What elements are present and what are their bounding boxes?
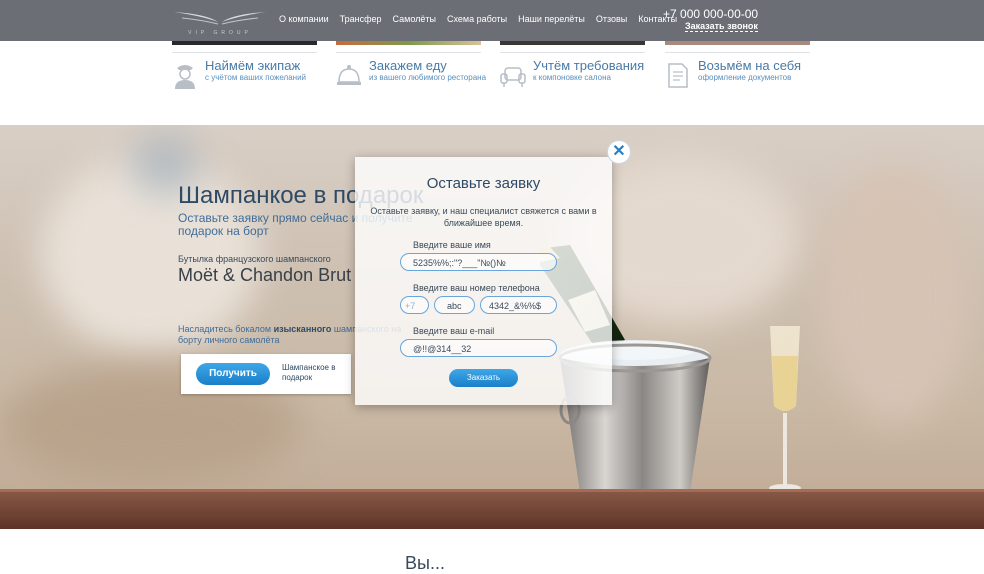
pilot-icon (172, 60, 198, 90)
email-input[interactable]: @!!@314__32 (400, 339, 557, 357)
submit-button[interactable]: Заказать (449, 369, 518, 387)
food-cloche-icon (336, 60, 362, 90)
phone-code-input[interactable]: +7 (400, 296, 429, 314)
modal-description: Оставьте заявку, и наш специалист свяжет… (370, 206, 597, 228)
feature-title: Наймём экипаж (205, 58, 301, 73)
close-icon[interactable]: ✕ (607, 140, 631, 164)
get-gift-label: Шампанское в подарок (282, 363, 336, 382)
bottle-label: Бутылка французского шампанского (178, 254, 331, 264)
phone-label: Введите ваш номер телефона (413, 283, 540, 293)
site-header: VIP GROUP О компании Трансфер Самолёты С… (0, 0, 984, 41)
armchair-icon (500, 60, 526, 90)
nav-transfer[interactable]: Трансфер (340, 14, 382, 24)
stewardess-blur (820, 165, 970, 425)
wooden-table (0, 489, 984, 529)
nav-scheme[interactable]: Схема работы (447, 14, 507, 24)
feature-title: Учтём требования (533, 58, 645, 73)
feature-cabin: Учтём требования к компоновке салона (500, 50, 650, 100)
nav-aircraft[interactable]: Самолёты (393, 14, 436, 24)
feature-desc: к компоновке салона (533, 73, 611, 82)
phone-prefix-input[interactable]: abc (434, 296, 475, 314)
logo[interactable]: VIP GROUP (172, 6, 268, 38)
crew-photo (172, 41, 317, 45)
main-nav: О компании Трансфер Самолёты Схема работ… (279, 14, 688, 24)
phone-number: +7 000 000-00-00 (663, 7, 759, 21)
feature-documents: Возьмём на себя оформление документов (665, 50, 815, 100)
phone-number-input[interactable]: 4342_&%%$ (480, 296, 557, 314)
nav-flights[interactable]: Наши перелёты (518, 14, 585, 24)
cabin-photo (500, 41, 645, 45)
feature-desc: из вашего любимого ресторана (369, 73, 487, 82)
documents-photo (665, 41, 810, 45)
name-label: Введите ваше имя (413, 240, 491, 250)
documents-icon (665, 60, 691, 90)
modal-title: Оставьте заявку (426, 175, 541, 192)
feature-desc: с учётом ваших пожеланий (205, 73, 307, 82)
food-photo (336, 41, 481, 45)
feature-title: Закажем еду (369, 58, 447, 73)
request-modal: Оставьте заявку Оставьте заявку, и наш с… (355, 157, 612, 405)
email-label: Введите ваш e-mail (413, 326, 495, 336)
get-gift-button[interactable]: Получить (196, 363, 270, 385)
name-input[interactable]: 5235%%;:"?___"№()№ (400, 253, 557, 271)
feature-food: Закажем еду из вашего любимого ресторана (336, 50, 486, 100)
logo-wings-icon (174, 12, 266, 25)
feature-desc: оформление документов (698, 73, 792, 82)
champagne-glass-image (769, 326, 801, 492)
champagne-brand: Moët & Chandon Brut (178, 265, 352, 285)
logo-text: VIP GROUP (188, 30, 252, 36)
feature-crew: Наймём экипаж с учётом ваших пожеланий (172, 50, 322, 100)
feature-title: Возьмём на себя (698, 58, 802, 73)
nav-about[interactable]: О компании (279, 14, 329, 24)
nav-reviews[interactable]: Отзовы (596, 14, 627, 24)
callback-link[interactable]: Заказать звонок (685, 21, 758, 32)
get-gift-box: Получить Шампанское в подарок (181, 354, 351, 394)
